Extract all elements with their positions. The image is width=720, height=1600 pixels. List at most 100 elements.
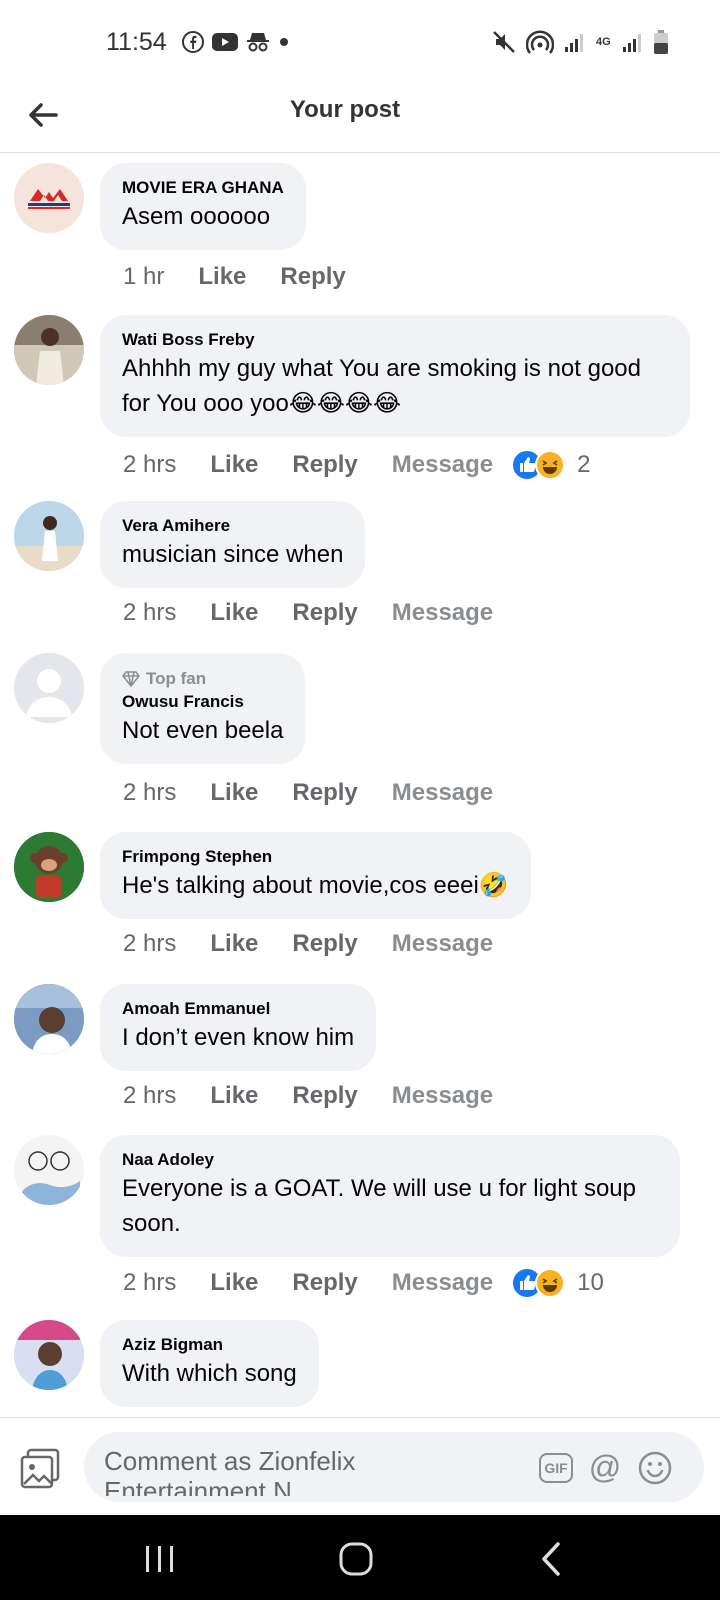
comment-text: Everyone is a GOAT. We will use u for li…: [122, 1175, 636, 1237]
comment-time[interactable]: 2 hrs: [123, 1269, 176, 1297]
comment-author[interactable]: Frimpong Stephen: [122, 846, 509, 868]
message-button[interactable]: Message: [392, 599, 493, 627]
comment-list[interactable]: MOVIE ERA GHANA Asem oooooo 1 hr Like Re…: [0, 153, 720, 1417]
comment-time[interactable]: 2 hrs: [123, 930, 176, 958]
comment-bubble[interactable]: MOVIE ERA GHANA Asem oooooo: [100, 163, 306, 250]
comment-author[interactable]: Aziz Bigman: [122, 1334, 297, 1356]
home-icon[interactable]: [336, 1539, 376, 1579]
avatar[interactable]: [14, 653, 84, 723]
comment-text: With which song: [122, 1360, 297, 1387]
comment-time[interactable]: 1 hr: [123, 263, 164, 291]
illustration-avatar-icon: [14, 1135, 84, 1205]
comment-author[interactable]: MOVIE ERA GHANA: [122, 177, 284, 199]
person-photo-icon: [14, 1320, 84, 1390]
message-button[interactable]: Message: [392, 1269, 493, 1297]
mute-icon: [493, 31, 515, 53]
page-title: Your post: [289, 96, 401, 123]
comment-bubble[interactable]: Aziz Bigman With which song: [100, 1320, 319, 1407]
comment-author[interactable]: Amoah Emmanuel: [122, 998, 354, 1020]
person-photo-icon: [14, 501, 84, 571]
message-button[interactable]: Message: [392, 1082, 493, 1110]
message-button[interactable]: Message: [392, 779, 493, 807]
gif-button[interactable]: GIF: [539, 1453, 573, 1483]
like-button[interactable]: Like: [198, 263, 246, 291]
reaction-count: 10: [577, 1269, 604, 1296]
avatar[interactable]: [14, 501, 84, 571]
reply-button[interactable]: Reply: [292, 779, 357, 807]
comment-author[interactable]: Naa Adoley: [122, 1149, 658, 1171]
mention-button[interactable]: @: [586, 1448, 624, 1486]
comment-bubble[interactable]: Naa Adoley Everyone is a GOAT. We will u…: [100, 1135, 680, 1257]
page-header: Your post: [0, 86, 720, 153]
reaction-summary[interactable]: 2: [511, 449, 591, 481]
reply-button[interactable]: Reply: [292, 1082, 357, 1110]
avatar[interactable]: [14, 984, 84, 1054]
status-bar: 11:54 4G: [0, 0, 720, 86]
avatar[interactable]: [14, 315, 84, 385]
movie-era-logo-icon: [14, 163, 84, 233]
system-navigation-bar: [0, 1515, 720, 1600]
comment-author[interactable]: Owusu Francis: [122, 691, 283, 713]
avatar[interactable]: [14, 163, 84, 233]
comment-text: He's talking about movie,cos eeei🤣: [122, 872, 509, 899]
comment-bubble[interactable]: Top fan Owusu Francis Not even beela: [100, 653, 306, 764]
dot-icon: [280, 38, 288, 46]
haha-reaction-icon: [535, 1268, 566, 1298]
comment-time[interactable]: 2 hrs: [123, 599, 176, 627]
comment-input[interactable]: Comment as Zionfelix Entertainment N...: [104, 1446, 524, 1496]
monkey-avatar-icon: [14, 832, 84, 902]
comment-bubble[interactable]: Frimpong Stephen He's talking about movi…: [100, 832, 531, 919]
message-button[interactable]: Message: [392, 451, 493, 479]
comment-actions: 2 hrs Like Reply Message: [123, 779, 511, 807]
hotspot-icon: [526, 30, 554, 54]
facebook-icon: [182, 31, 204, 53]
person-photo-icon: [14, 315, 84, 385]
photo-icon[interactable]: [20, 1448, 62, 1490]
like-button[interactable]: Like: [210, 1269, 258, 1297]
back-icon[interactable]: [532, 1539, 572, 1579]
like-button[interactable]: Like: [210, 779, 258, 807]
reply-button[interactable]: Reply: [292, 930, 357, 958]
comment-time[interactable]: 2 hrs: [123, 779, 176, 807]
comment-text: musician since when: [122, 541, 344, 568]
signal-icon: [565, 34, 583, 52]
like-button[interactable]: Like: [210, 1082, 258, 1110]
notification-icons: [182, 31, 290, 53]
status-time: 11:54: [106, 28, 167, 56]
comment-time[interactable]: 2 hrs: [123, 1082, 176, 1110]
message-button[interactable]: Message: [392, 930, 493, 958]
comment-actions: 2 hrs Like Reply Message: [123, 1082, 511, 1110]
reply-button[interactable]: Reply: [292, 599, 357, 627]
comment-bubble[interactable]: Amoah Emmanuel I don’t even know him: [100, 984, 377, 1071]
like-button[interactable]: Like: [210, 599, 258, 627]
like-button[interactable]: Like: [210, 930, 258, 958]
reply-button[interactable]: Reply: [292, 451, 357, 479]
comment-actions: 2 hrs Like Reply Message 10: [123, 1267, 604, 1299]
avatar[interactable]: [14, 832, 84, 902]
reply-button[interactable]: Reply: [292, 1269, 357, 1297]
haha-reaction-icon: [535, 450, 566, 480]
comment-actions: 2 hrs Like Reply Message: [123, 599, 511, 627]
reply-button[interactable]: Reply: [280, 263, 345, 291]
emoji-icon[interactable]: [637, 1450, 673, 1486]
battery-icon: [654, 30, 668, 54]
system-icons: 4G: [492, 30, 668, 54]
comment-composer: Comment as Zionfelix Entertainment N... …: [0, 1417, 720, 1515]
incognito-icon: [247, 33, 269, 52]
avatar[interactable]: [14, 1320, 84, 1390]
reaction-summary[interactable]: 10: [511, 1267, 604, 1299]
comment-text: Asem oooooo: [122, 203, 271, 230]
top-fan-badge: Top fan: [122, 667, 283, 691]
comment-author[interactable]: Vera Amihere: [122, 515, 343, 537]
avatar[interactable]: [14, 1135, 84, 1205]
comment-bubble[interactable]: Vera Amihere musician since when: [100, 501, 366, 588]
comment-bubble[interactable]: Wati Boss Freby Ahhhh my guy what You ar…: [100, 315, 690, 437]
comment-author[interactable]: Wati Boss Freby: [122, 329, 668, 351]
comment-text: Ahhhh my guy what You are smoking is not…: [122, 355, 641, 417]
comment-time[interactable]: 2 hrs: [123, 451, 176, 479]
default-profile-icon: [14, 653, 84, 723]
comment-actions: 1 hr Like Reply: [123, 263, 380, 291]
like-button[interactable]: Like: [210, 451, 258, 479]
recent-apps-icon[interactable]: [140, 1539, 180, 1579]
comment-input-container[interactable]: Comment as Zionfelix Entertainment N... …: [84, 1432, 704, 1502]
